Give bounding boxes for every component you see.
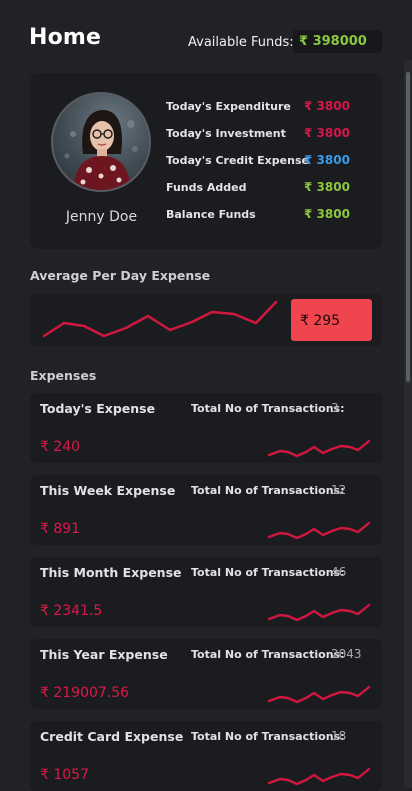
transactions-label: Total No of Transactions: xyxy=(191,648,345,661)
profile-name: Jenny Doe xyxy=(65,209,138,225)
stat-value-funds-added: ₹ 3800 xyxy=(304,180,350,194)
transactions-label: Total No of Transactions: xyxy=(191,484,345,497)
stat-label-credit-expense: Today's Credit Expense xyxy=(166,154,309,167)
expense-amount: ₹ 2341.5 xyxy=(40,603,103,619)
stat-label-funds-added: Funds Added xyxy=(166,181,247,194)
stat-value-investment: ₹ 3800 xyxy=(304,126,350,140)
expense-title: This Year Expense xyxy=(40,647,168,662)
transactions-count: 46 xyxy=(331,565,347,579)
expense-card-month[interactable]: This Month Expense Total No of Transacti… xyxy=(30,557,382,627)
expense-sparkline xyxy=(267,439,371,458)
average-expense-value: ₹ 295 xyxy=(291,299,372,341)
transactions-count: 3 xyxy=(331,401,339,415)
average-expense-sparkline xyxy=(42,300,278,338)
page-title: Home xyxy=(29,25,102,50)
transactions-label: Total No of Transactions: xyxy=(191,402,345,415)
scrollbar-thumb[interactable] xyxy=(406,72,410,382)
expense-sparkline xyxy=(267,685,371,704)
average-expense-card[interactable]: ₹ 295 xyxy=(30,294,382,346)
expense-title: This Month Expense xyxy=(40,565,182,580)
average-expense-title: Average Per Day Expense xyxy=(30,268,211,283)
transactions-label: Total No of Transactions: xyxy=(191,566,345,579)
expense-card-today[interactable]: Today's Expense Total No of Transactions… xyxy=(30,393,382,463)
profile-card: Jenny Doe Today's Expenditure ₹ 3800 Tod… xyxy=(30,73,382,249)
expense-sparkline xyxy=(267,767,371,786)
expense-amount: ₹ 1057 xyxy=(40,767,89,783)
transactions-count: 12 xyxy=(331,483,347,497)
stat-label-balance-funds: Balance Funds xyxy=(166,208,256,221)
expense-amount: ₹ 219007.56 xyxy=(40,685,130,701)
expense-title: Today's Expense xyxy=(40,401,156,416)
expense-card-year[interactable]: This Year Expense Total No of Transactio… xyxy=(30,639,382,709)
stat-value-expenditure: ₹ 3800 xyxy=(304,99,350,113)
transactions-count: 18 xyxy=(331,729,347,743)
avatar[interactable] xyxy=(51,92,151,192)
stat-value-balance-funds: ₹ 3800 xyxy=(304,207,350,221)
stat-value-credit-expense: ₹ 3800 xyxy=(304,153,350,167)
person-photo-icon xyxy=(64,110,138,190)
expense-amount: ₹ 891 xyxy=(40,521,81,537)
expense-sparkline xyxy=(267,521,371,540)
expense-amount: ₹ 240 xyxy=(40,439,81,455)
expense-title: This Week Expense xyxy=(40,483,176,498)
expense-title: Credit Card Expense xyxy=(40,729,184,744)
expense-card-week[interactable]: This Week Expense Total No of Transactio… xyxy=(30,475,382,545)
expenses-title: Expenses xyxy=(30,368,97,383)
header: Home Available Funds: ₹ 398000 xyxy=(0,0,412,62)
stat-label-investment: Today's Investment xyxy=(166,127,286,140)
available-funds-value: ₹ 398000 xyxy=(293,30,382,53)
expense-sparkline xyxy=(267,603,371,622)
transactions-label: Total No of Transactions: xyxy=(191,730,345,743)
stat-label-expenditure: Today's Expenditure xyxy=(166,100,291,113)
expense-card-credit-card[interactable]: Credit Card Expense Total No of Transact… xyxy=(30,721,382,791)
transactions-count: 2043 xyxy=(331,647,362,661)
available-funds-label: Available Funds: xyxy=(188,35,294,50)
